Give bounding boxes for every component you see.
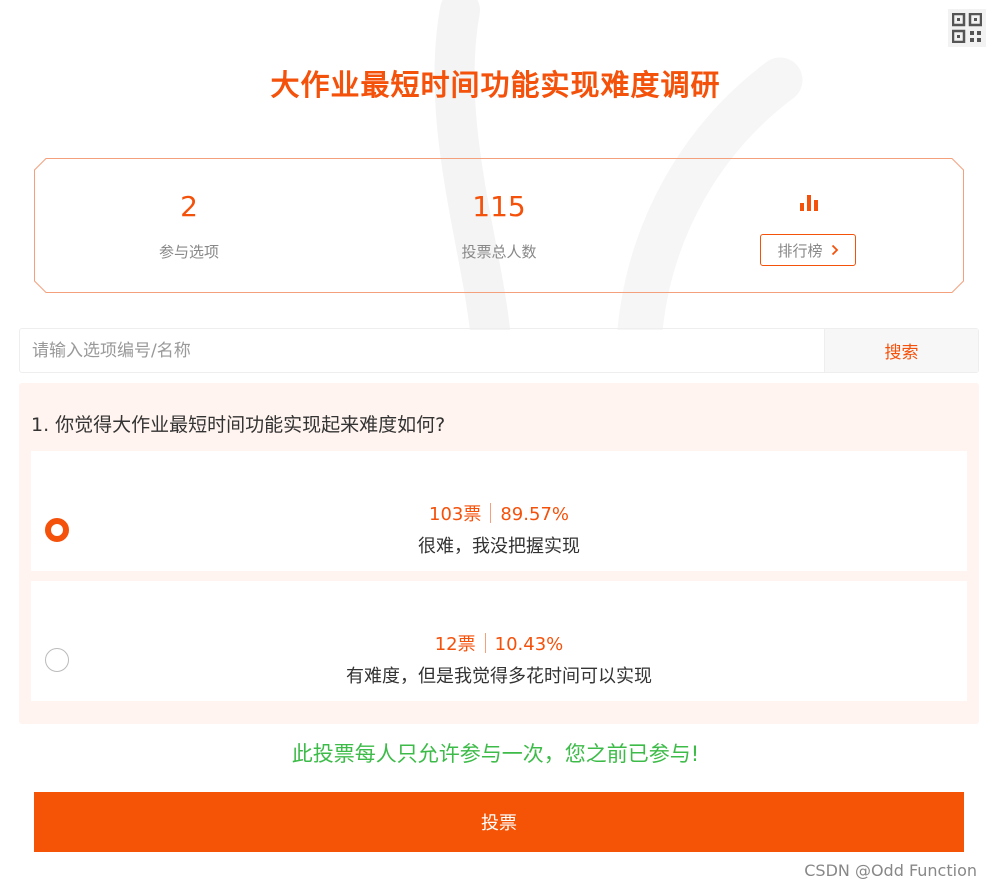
stats-panel: 2 参与选项 115 投票总人数 排行榜 — [34, 158, 964, 293]
search-button[interactable]: 搜索 — [824, 329, 978, 372]
qr-code-icon[interactable] — [948, 9, 986, 47]
question-card: 1. 你觉得大作业最短时间功能实现起来难度如何? 103票 89.57% 很难，我… — [19, 383, 979, 724]
chevron-right-icon — [831, 241, 839, 260]
divider — [484, 633, 486, 653]
page-title: 大作业最短时间功能实现难度调研 — [270, 68, 721, 102]
stat-voters-value: 115 — [472, 190, 526, 223]
option-1[interactable]: 103票 89.57% 很难，我没把握实现 — [31, 451, 967, 571]
option-2[interactable]: 12票 10.43% 有难度，但是我觉得多花时间可以实现 — [31, 581, 967, 701]
option-2-label: 有难度，但是我觉得多花时间可以实现 — [346, 666, 652, 687]
ranking-button[interactable]: 排行榜 — [760, 234, 856, 266]
watermark: CSDN @Odd Function — [804, 861, 977, 880]
option-1-percent: 89.57% — [500, 504, 569, 525]
ranking-button-label: 排行榜 — [777, 241, 823, 260]
option-1-label: 很难，我没把握实现 — [418, 536, 580, 557]
search-input[interactable] — [20, 329, 824, 372]
vote-button[interactable]: 投票 — [34, 792, 964, 852]
already-voted-notice: 此投票每人只允许参与一次，您之前已参与! — [291, 742, 700, 766]
option-2-votes: 12票 — [434, 634, 476, 655]
search-bar: 搜索 — [19, 328, 979, 373]
option-1-stats: 103票 89.57% — [31, 500, 967, 526]
divider — [490, 503, 492, 523]
stat-options-value: 2 — [180, 190, 198, 223]
stat-options-label: 参与选项 — [158, 243, 219, 261]
option-2-percent: 10.43% — [494, 634, 564, 655]
bar-chart-icon — [800, 195, 818, 211]
stat-ranking — [654, 158, 964, 293]
stat-voters: 115 投票总人数 — [344, 158, 654, 293]
option-1-votes: 103票 — [429, 504, 482, 525]
stat-voters-label: 投票总人数 — [461, 243, 537, 261]
stat-options: 2 参与选项 — [34, 158, 344, 293]
question-text: 1. 你觉得大作业最短时间功能实现起来难度如何? — [31, 414, 446, 436]
option-2-stats: 12票 10.43% — [31, 630, 967, 656]
